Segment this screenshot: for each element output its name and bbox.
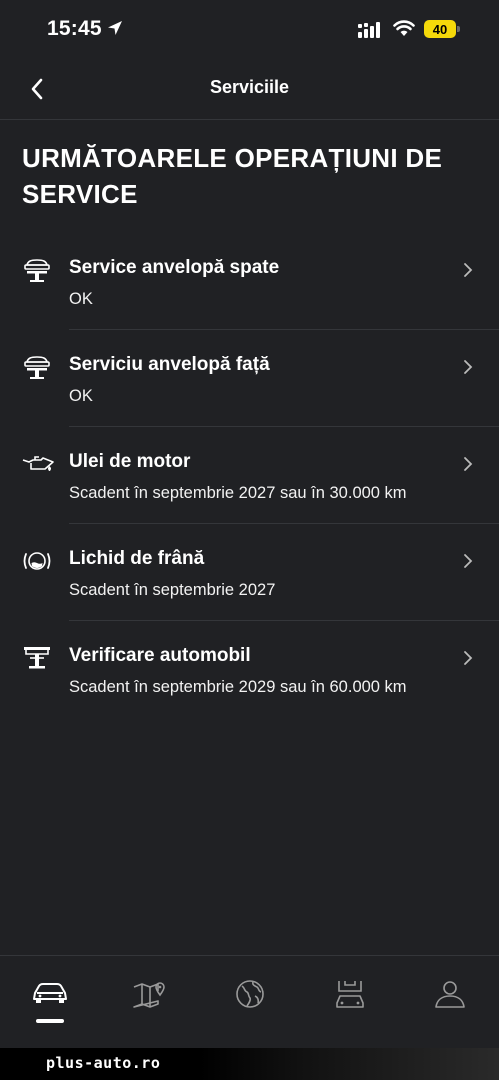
status-time: 15:45 — [47, 17, 102, 40]
service-item-vehicle-check[interactable]: Verificare automobil Scadent în septembr… — [0, 621, 499, 718]
service-item-title: Ulei de motor — [69, 451, 191, 472]
service-item-status: OK — [69, 387, 93, 405]
wifi-icon — [393, 20, 415, 42]
section-title: URMĂTOARELE OPERAȚIUNI DE SERVICE — [22, 143, 443, 209]
service-item-title: Service anvelopă spate — [69, 257, 280, 278]
map-pin-icon — [132, 982, 165, 1008]
car-lift-icon — [22, 354, 52, 380]
chevron-right-icon — [463, 650, 473, 671]
car-lift-icon — [22, 257, 52, 283]
vehicle-check-icon — [22, 645, 52, 671]
tab-map[interactable] — [100, 956, 199, 1046]
tab-explore[interactable] — [200, 956, 299, 1046]
service-item-engine-oil[interactable]: Ulei de motor Scadent în septembrie 2027… — [0, 427, 499, 524]
service-item-title: Verificare automobil — [69, 645, 251, 666]
signal-icon — [358, 22, 382, 43]
tab-vehicle[interactable] — [0, 956, 99, 1046]
watermark: plus-auto.ro — [46, 1054, 161, 1072]
service-item-brake-fluid[interactable]: Lichid de frână Scadent în septembrie 20… — [0, 524, 499, 621]
chevron-right-icon — [463, 456, 473, 477]
footer-watermark-bar: plus-auto.ro — [0, 1048, 499, 1080]
oil-can-icon — [22, 451, 54, 477]
bottom-nav — [0, 955, 499, 1048]
tab-service[interactable] — [300, 956, 399, 1046]
nav-header: Serviciile — [0, 60, 499, 120]
service-list: Service anvelopă spate OK Serviciu anvel… — [0, 233, 499, 718]
globe-icon — [235, 980, 264, 1008]
service-item-status: Scadent în septembrie 2027 sau în 30.000… — [69, 484, 407, 502]
profile-icon — [434, 981, 465, 1008]
chevron-right-icon — [463, 359, 473, 380]
brake-fluid-icon — [22, 548, 52, 574]
location-arrow-icon — [106, 19, 124, 42]
service-item-title: Serviciu anvelopă față — [69, 354, 270, 375]
service-item-status: OK — [69, 290, 93, 308]
service-item-status: Scadent în septembrie 2029 sau în 60.000… — [69, 678, 407, 696]
car-service-icon — [335, 981, 364, 1008]
chevron-right-icon — [463, 553, 473, 574]
battery-icon: 40 — [424, 20, 460, 38]
service-item-rear-tyre[interactable]: Service anvelopă spate OK — [0, 233, 499, 330]
battery-level: 40 — [424, 20, 456, 38]
page-title: Serviciile — [209, 77, 290, 97]
car-icon — [32, 983, 67, 1003]
service-item-title: Lichid de frână — [69, 548, 205, 569]
service-item-status: Scadent în septembrie 2027 — [69, 581, 276, 599]
active-tab-indicator — [36, 1019, 64, 1023]
service-item-front-tyre[interactable]: Serviciu anvelopă față OK — [0, 330, 499, 427]
status-bar: 15:45 40 — [0, 0, 499, 60]
chevron-right-icon — [463, 262, 473, 283]
tab-profile[interactable] — [400, 956, 499, 1046]
